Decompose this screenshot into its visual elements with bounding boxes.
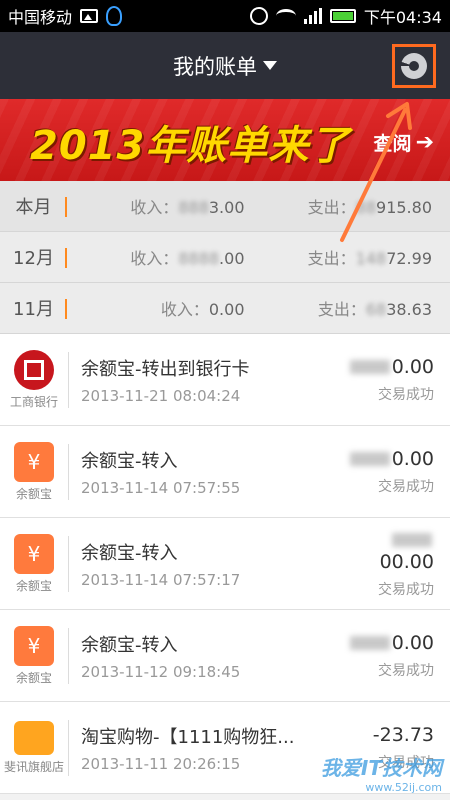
pie-chart-icon <box>401 53 427 79</box>
logo-label: 工商银行 <box>9 394 58 409</box>
transaction-time: 2013-11-14 07:57:55 <box>81 478 241 497</box>
status-bar: 中国移动 下午04:34 <box>0 0 450 32</box>
arrow-right-icon: ➔ <box>415 130 434 155</box>
month-row[interactable]: 11月 收入：0.00 支出：6838.63 <box>0 283 450 334</box>
transaction-amount: 0.00 <box>340 632 434 654</box>
income-text: 收入：0.00 <box>160 300 245 319</box>
transaction-time: 2013-11-11 20:26:15 <box>81 754 241 773</box>
logo-label: 余额宝 <box>15 578 52 593</box>
logo-label: 余额宝 <box>15 486 52 501</box>
transaction-amount: 0.00 <box>340 356 434 378</box>
list-item[interactable]: ¥ 余额宝 余额宝-转入 2013-11-12 09:18:45 0.00 交易… <box>0 610 450 702</box>
transaction-status: 交易成功 <box>378 581 434 598</box>
transaction-status: 交易成功 <box>378 478 434 495</box>
chart-button[interactable] <box>392 44 436 88</box>
month-label: 本月 <box>0 193 67 219</box>
list-item[interactable]: ¥ 余额宝 余额宝-转入 2013-11-14 07:57:17 00.00 交… <box>0 518 450 610</box>
expense-text: 支出：6838.63 <box>317 300 432 319</box>
banner-text: 2013年账单来了 <box>30 123 351 169</box>
transaction-title: 余额宝-转入 <box>81 450 178 472</box>
list-item[interactable]: ¥ 余额宝 余额宝-转入 2013-11-14 07:57:55 0.00 交易… <box>0 426 450 518</box>
money-bag-icon: ¥ <box>14 533 54 574</box>
bill-title-dropdown[interactable]: 我的账单 <box>173 51 277 81</box>
merchant-logo: ¥ 余额宝 <box>0 533 68 594</box>
image-icon <box>80 9 99 23</box>
logo-label: 斐讯旗舰店 <box>3 759 64 774</box>
transaction-status: 交易成功 <box>378 662 434 679</box>
income-text: 收入：8883.00 <box>130 198 245 217</box>
transaction-amount: 0.00 <box>340 448 434 470</box>
transaction-amount: 00.00 <box>340 529 434 573</box>
merchant-logo: ¥ 余额宝 <box>0 441 68 502</box>
income-text: 收入：8888.00 <box>130 249 245 268</box>
alarm-icon <box>249 7 268 25</box>
watermark: 我爱IT技术网 www.52ij.com <box>320 756 442 794</box>
carrier-label: 中国移动 <box>8 8 73 27</box>
month-label: 11月 <box>0 295 67 321</box>
transaction-title: 淘宝购物-【1111购物狂... <box>81 726 295 748</box>
transaction-title: 余额宝-转入 <box>81 542 178 564</box>
battery-icon <box>329 9 356 23</box>
transaction-time: 2013-11-21 08:04:24 <box>81 386 241 405</box>
money-bag-icon: ¥ <box>14 625 54 666</box>
merchant-logo: ¥ 余额宝 <box>0 625 68 686</box>
month-label: 12月 <box>0 244 67 270</box>
merchant-logo: 斐讯旗舰店 <box>0 720 68 775</box>
promo-banner[interactable]: 2013年账单来了 查阅 ➔ <box>0 99 450 181</box>
banner-view-link[interactable]: 查阅 ➔ <box>374 129 434 156</box>
logo-label: 余额宝 <box>15 670 52 685</box>
month-summary: 本月 收入：8883.00 支出：88915.80 12月 收入：8888.00… <box>0 181 450 334</box>
month-row[interactable]: 本月 收入：8883.00 支出：88915.80 <box>0 181 450 232</box>
wifi-icon <box>275 9 296 23</box>
expense-text: 支出：14872.99 <box>307 249 432 268</box>
transaction-time: 2013-11-12 09:18:45 <box>81 662 241 681</box>
transaction-time: 2013-11-14 07:57:17 <box>81 570 241 589</box>
icbc-icon <box>14 349 54 390</box>
list-item[interactable]: 工商银行 余额宝-转出到银行卡 2013-11-21 08:04:24 0.00… <box>0 334 450 426</box>
banner-link-label: 查阅 <box>373 133 412 155</box>
merchant-logo: 工商银行 <box>0 349 68 410</box>
transaction-amount: -23.73 <box>372 723 434 746</box>
expense-text: 支出：88915.80 <box>307 198 432 217</box>
transaction-title: 余额宝-转出到银行卡 <box>81 358 250 380</box>
chevron-down-icon <box>263 61 277 70</box>
month-row[interactable]: 12月 收入：8888.00 支出：14872.99 <box>0 232 450 283</box>
page-title: 我的账单 <box>173 54 257 79</box>
transaction-list: 工商银行 余额宝-转出到银行卡 2013-11-21 08:04:24 0.00… <box>0 334 450 794</box>
app-header: 我的账单 <box>0 32 450 99</box>
clock: 下午04:34 <box>363 8 442 27</box>
transaction-status: 交易成功 <box>378 386 434 403</box>
qq-icon <box>106 6 123 26</box>
signal-icon <box>303 8 322 24</box>
shop-icon <box>14 720 54 755</box>
money-bag-icon: ¥ <box>14 441 54 482</box>
transaction-title: 余额宝-转入 <box>81 634 178 656</box>
